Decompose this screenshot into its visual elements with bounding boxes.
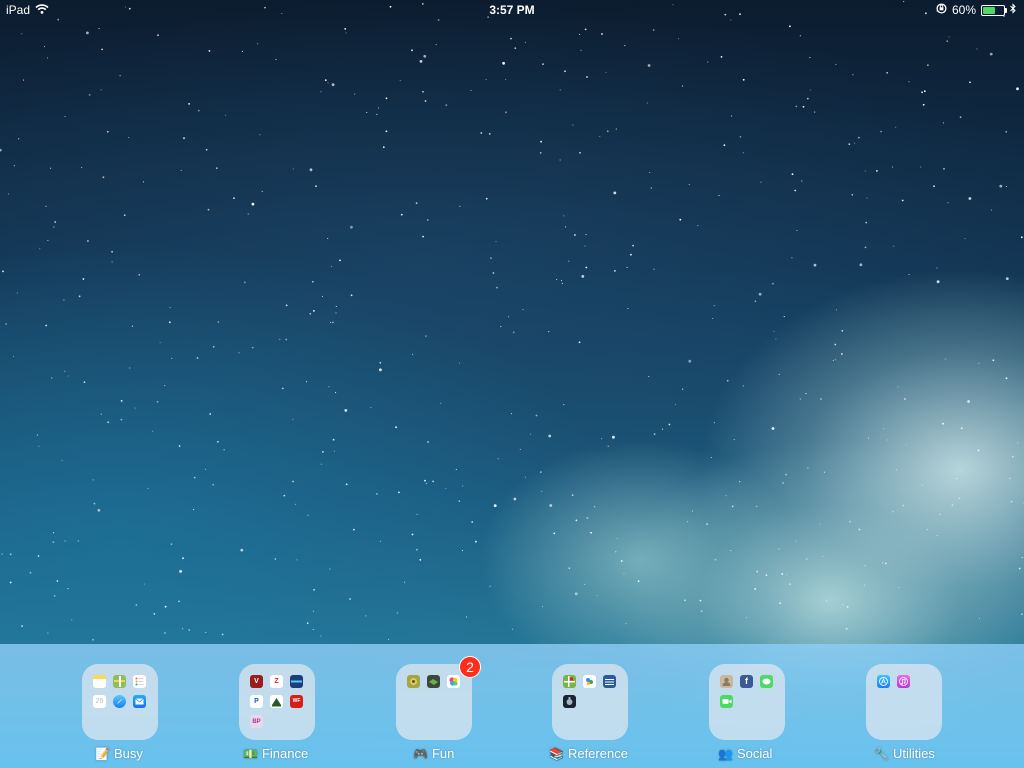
folder-label-busy: 📝 Busy [95, 746, 143, 761]
battery-percent: 60% [951, 3, 976, 17]
messages-app-icon [760, 675, 773, 688]
google-maps-app-icon [563, 675, 576, 688]
notepad-icon: 📝 [95, 746, 110, 761]
notification-badge: 2 [459, 656, 481, 678]
folder-social[interactable]: f [709, 664, 785, 740]
google-app-icon [583, 675, 596, 688]
folder-finance[interactable]: V Z P WF BP [239, 664, 315, 740]
clock: 3:57 PM [489, 3, 535, 17]
people-icon: 👥 [718, 746, 733, 761]
folder-name: Reference [567, 746, 628, 761]
news-app-icon [603, 675, 616, 688]
folder-utilities[interactable] [866, 664, 942, 740]
folder-label-social: 👥 Social [718, 746, 772, 761]
bp-app-icon: BP [250, 715, 263, 728]
status-bar: iPad 3:57 PM 60% [0, 0, 1024, 20]
folder-name: Busy [113, 746, 143, 761]
tools-icon: 🔧 [874, 746, 889, 761]
contacts-app-icon [720, 675, 733, 688]
folder-busy[interactable]: 26 [82, 664, 158, 740]
game-controller-icon: 🎮 [413, 746, 428, 761]
game-app-icon [407, 675, 420, 688]
folder-name: Fun [431, 746, 455, 761]
verizon-app-icon: V [250, 675, 263, 688]
banknote-icon: 💵 [243, 746, 258, 761]
vanguard-app-icon [270, 695, 283, 708]
rotation-lock-icon [936, 3, 947, 17]
reminders-app-icon [133, 675, 146, 688]
facetime-app-icon [720, 695, 733, 708]
mail-app-icon [133, 695, 146, 708]
wells-fargo-app-icon: WF [290, 695, 303, 708]
folder-label-fun: 🎮 Fun [413, 746, 454, 761]
paypal-app-icon: P [250, 695, 263, 708]
notes-app-icon [93, 675, 106, 688]
battery-fill [983, 6, 995, 14]
folder-label-utilities: 🔧 Utilities [874, 746, 935, 761]
game-center-app-icon [447, 675, 460, 688]
folder-label-finance: 💵 Finance [243, 746, 308, 761]
folder-name: Finance [261, 746, 309, 761]
books-icon: 📚 [549, 746, 564, 761]
facebook-app-icon: f [740, 675, 753, 688]
folder-reference[interactable] [552, 664, 628, 740]
folder-fun[interactable]: 2 [396, 656, 481, 740]
finance-z-app-icon: Z [270, 675, 283, 688]
itunes-store-app-icon [897, 675, 910, 688]
game-center-style-app-icon [427, 675, 440, 688]
folder-name: Social [736, 746, 773, 761]
maps-app-icon [113, 675, 126, 688]
folder-label-reference: 📚 Reference [549, 746, 628, 761]
battery-icon [981, 4, 1007, 16]
bluetooth-icon [1010, 3, 1016, 17]
bank-app-icon [290, 675, 303, 688]
safari-app-icon [113, 695, 126, 708]
calendar-app-icon: 26 [93, 695, 106, 708]
star-walk-app-icon [563, 695, 576, 708]
folder-name: Utilities [892, 746, 935, 761]
app-store-app-icon [877, 675, 890, 688]
